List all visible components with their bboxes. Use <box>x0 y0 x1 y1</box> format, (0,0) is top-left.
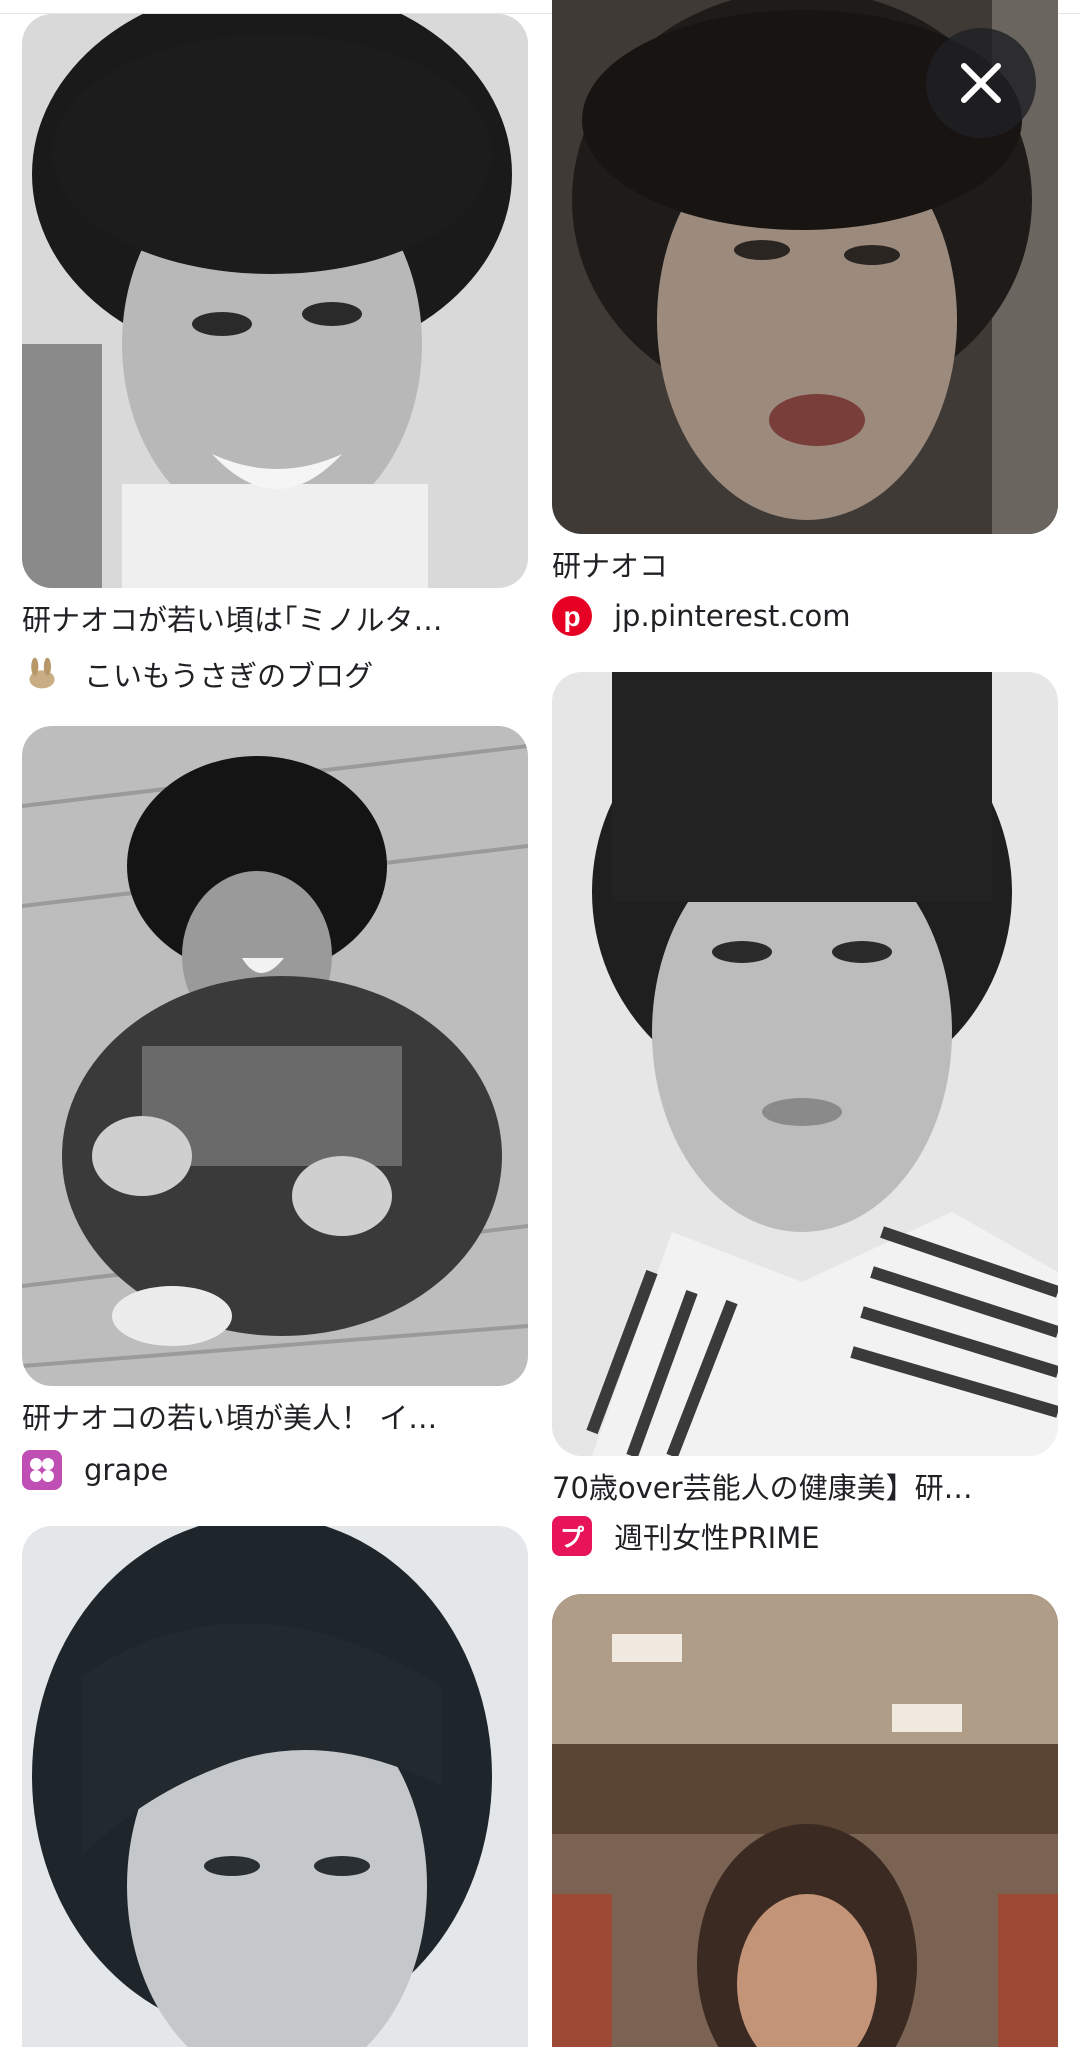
result-image-6[interactable] <box>552 1594 1058 2047</box>
result-image-3[interactable] <box>22 726 528 1386</box>
result-image-5[interactable] <box>22 1526 528 2047</box>
close-button[interactable] <box>926 28 1036 138</box>
result-image-1[interactable] <box>22 14 528 588</box>
pinterest-icon: p <box>552 596 592 636</box>
result-source-2[interactable]: p jp.pinterest.com <box>552 594 851 638</box>
grape-icon <box>22 1450 62 1490</box>
prime-icon: プ <box>552 1516 592 1556</box>
result-source-4[interactable]: プ 週刊女性PRIME <box>552 1514 820 1558</box>
source-name: こいもうさぎのブログ <box>84 659 374 693</box>
source-name: grape <box>84 1453 169 1487</box>
result-source-1[interactable]: こいもうさぎのブログ <box>22 652 373 696</box>
close-icon <box>961 63 1001 103</box>
result-source-3[interactable]: grape <box>22 1448 168 1492</box>
svg-text:p: p <box>563 601 580 632</box>
result-caption-3[interactable]: 研ナオコの若い頃が美人！ イ… <box>22 1398 512 1438</box>
source-name: 週刊女性PRIME <box>614 1521 820 1555</box>
result-caption-2[interactable]: 研ナオコ <box>552 546 1042 586</box>
result-caption-1[interactable]: 研ナオコが若い頃は｢ミノルタ… <box>22 600 512 640</box>
svg-text:プ: プ <box>560 1524 585 1552</box>
source-name: jp.pinterest.com <box>614 599 851 633</box>
result-image-4[interactable] <box>552 672 1058 1456</box>
rabbit-icon <box>22 654 62 694</box>
result-caption-4[interactable]: 70歳over芸能人の健康美】研… <box>552 1468 1042 1508</box>
